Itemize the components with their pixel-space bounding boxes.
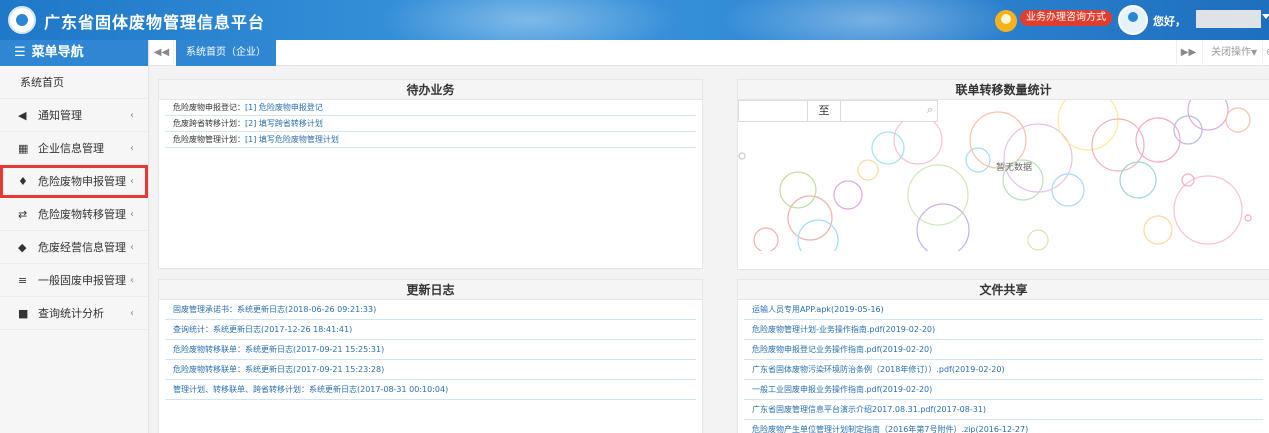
greeting-text: 您好， (1153, 15, 1186, 28)
chevron-left-icon: ‹ (130, 308, 134, 319)
sidebar-item-notice[interactable]: ◀ 通知管理 ‹ (0, 99, 148, 132)
todo-link[interactable]: [1] 危险废物申报登记 (245, 103, 323, 112)
sidebar-item-label: 企业信息管理 (38, 142, 104, 155)
todo-label: 危废跨省转移计划： (173, 119, 245, 128)
todo-label: 危险废物申报登记： (173, 103, 245, 112)
sidebar-item-business-info[interactable]: ◆ 危废经营信息管理 ‹ (0, 231, 148, 264)
todo-label: 危险废物管理计划： (173, 135, 245, 144)
hamburger-icon[interactable]: ☰ (14, 40, 26, 66)
tag-icon: ◆ (18, 241, 27, 254)
sidebar-item-label: 危废经营信息管理 (38, 241, 126, 254)
pin-icon: ♦ (18, 175, 28, 188)
exchange-icon: ⇄ (18, 208, 28, 221)
tab-scroll-right-icon[interactable]: ▶▶ (1176, 40, 1200, 66)
file-row[interactable]: 一般工业固废申报业务操作指南.pdf(2019-02-20) (744, 380, 1263, 400)
close-operations-label: 关闭操作 (1211, 47, 1251, 58)
changelog-row[interactable]: 查询统计：系统更新日志(2017-12-26 18:41:41) (165, 320, 696, 340)
sidebar-item-label: 危险废物申报管理 (38, 175, 126, 188)
file-row[interactable]: 运输人员专用APP.apk(2019-05-16) (744, 300, 1263, 320)
chevron-left-icon: ‹ (130, 209, 134, 220)
sidebar-item-label: 一般固废申报管理 (38, 274, 126, 287)
file-row[interactable]: 广东省固体废物污染环境防治条例（2018年修订））.pdf(2019-02-20… (744, 360, 1263, 380)
file-row[interactable]: 危险废物产生单位管理计划制定指南（2016年第7号附件）.zip(2016-12… (744, 420, 1263, 433)
todo-row: 危废跨省转移计划：[2] 填写跨省转移计划 (165, 116, 696, 132)
sidebar-item-general-waste[interactable]: ≡ 一般固废申报管理 ‹ (0, 264, 148, 297)
qrcode-icon: ▦ (18, 142, 29, 155)
changelog-row[interactable]: 危险废物转移联单：系统更新日志(2017-09-21 15:23:28) (165, 360, 696, 380)
todo-row: 危险废物管理计划：[1] 填写危险废物管理计划 (165, 132, 696, 148)
header-decoration (720, 0, 1020, 40)
file-row[interactable]: 危险废物管理计划-业务操作指南.pdf(2019-02-20) (744, 320, 1263, 340)
user-name-redacted[interactable] (1196, 10, 1261, 28)
files-title: 文件共享 (738, 280, 1269, 300)
top-header: 广东省固体废物管理信息平台 业务办理咨询方式 您好， (0, 0, 1269, 40)
sidebar-item-label: 危险废物转移管理 (38, 208, 126, 221)
sidebar-item-label: 系统首页 (20, 76, 64, 89)
menu-title: 菜单导航 (31, 45, 84, 60)
platform-logo-icon (8, 6, 36, 34)
tab-home-enterprise[interactable]: 系统首页（企业） (176, 40, 276, 66)
sidebar-item-hazardous-declaration[interactable]: ♦ 危险废物申报管理 ‹ (0, 165, 148, 198)
sliders-icon: ≡ (18, 274, 28, 287)
tab-bar: ◀◀ 系统首页（企业） ▶▶ 关闭操作▼ ⊕ (150, 40, 1269, 66)
sidebar-item-enterprise[interactable]: ▦ 企业信息管理 ‹ (0, 132, 148, 165)
todo-panel: 待办业务 危险废物申报登记：[1] 危险废物申报登记 危废跨省转移计划：[2] … (158, 79, 703, 269)
range-separator: 至 (808, 100, 840, 122)
transfer-stats-panel: 联单转移数量统计 至 ⌕ 暂无数据 (737, 79, 1269, 270)
chevron-left-icon: ‹ (130, 242, 134, 253)
chevron-down-icon: ▼ (1251, 48, 1258, 57)
book-icon: ■ (18, 307, 29, 320)
todo-link[interactable]: [2] 填写跨省转移计划 (245, 119, 323, 128)
files-panel: 文件共享 运输人员专用APP.apk(2019-05-16) 危险废物管理计划-… (737, 279, 1269, 433)
sidebar-item-label: 查询统计分析 (38, 307, 104, 320)
search-icon[interactable]: ⌕ (927, 103, 933, 117)
todo-row: 危险废物申报登记：[1] 危险废物申报登记 (165, 100, 696, 116)
transfer-stats-title: 联单转移数量统计 (738, 80, 1269, 100)
todo-link[interactable]: [1] 填写危险废物管理计划 (245, 135, 339, 144)
chevron-left-icon: ‹ (130, 110, 134, 121)
sidebar-menu: ☰ 菜单导航 系统首页 ◀ 通知管理 ‹ ▦ 企业信息管理 ‹ ♦ 危险废物申报管理 ‹… (0, 40, 149, 433)
sidebar-item-statistics[interactable]: ■ 查询统计分析 ‹ (0, 297, 148, 330)
sidebar-item-hazardous-transfer[interactable]: ⇄ 危险废物转移管理 ‹ (0, 198, 148, 231)
close-operations-dropdown[interactable]: 关闭操作▼ (1202, 40, 1257, 66)
file-row[interactable]: 广东省固废管理信息平台演示介绍2017.08.31.pdf(2017-08-31… (744, 400, 1263, 420)
megaphone-icon: ◀ (18, 109, 27, 122)
consultation-hotline-button[interactable]: 业务办理咨询方式 (1020, 10, 1112, 26)
changelog-row[interactable]: 固废管理承诺书：系统更新日志(2018-06-26 09:21:33) (165, 300, 696, 320)
sidebar-item-home[interactable]: 系统首页 (0, 66, 148, 99)
header-decoration (380, 0, 680, 40)
refresh-icon[interactable]: ⊕ (1262, 40, 1269, 66)
support-agent-icon[interactable] (995, 10, 1017, 32)
no-data-text: 暂无数据 (996, 163, 1033, 173)
chevron-left-icon: ‹ (130, 275, 134, 286)
user-avatar[interactable] (1118, 5, 1148, 35)
changelog-row[interactable]: 危险废物转移联单：系统更新日志(2017-09-21 15:25:31) (165, 340, 696, 360)
bubble-decoration (738, 100, 1252, 251)
changelog-panel: 更新日志 固废管理承诺书：系统更新日志(2018-06-26 09:21:33)… (158, 279, 703, 433)
menu-header[interactable]: ☰ 菜单导航 (0, 40, 148, 66)
todo-title: 待办业务 (159, 80, 702, 100)
end-date-input[interactable]: ⌕ (840, 100, 938, 122)
chevron-left-icon: ‹ (130, 143, 134, 154)
tab-scroll-left-icon[interactable]: ◀◀ (150, 40, 174, 66)
chevron-left-icon: ‹ (130, 176, 134, 187)
start-date-input[interactable] (738, 100, 808, 122)
date-range-filter: 至 ⌕ (738, 100, 938, 122)
changelog-title: 更新日志 (159, 280, 702, 300)
sidebar-item-label: 通知管理 (38, 109, 82, 122)
app-title: 广东省固体废物管理信息平台 (44, 13, 266, 32)
changelog-row[interactable]: 管理计划、转移联单、跨省转移计划：系统更新日志(2017-08-31 00:10… (165, 380, 696, 400)
file-row[interactable]: 危险废物申报登记业务操作指南.pdf(2019-02-20) (744, 340, 1263, 360)
user-menu-caret-icon[interactable] (1262, 14, 1269, 19)
